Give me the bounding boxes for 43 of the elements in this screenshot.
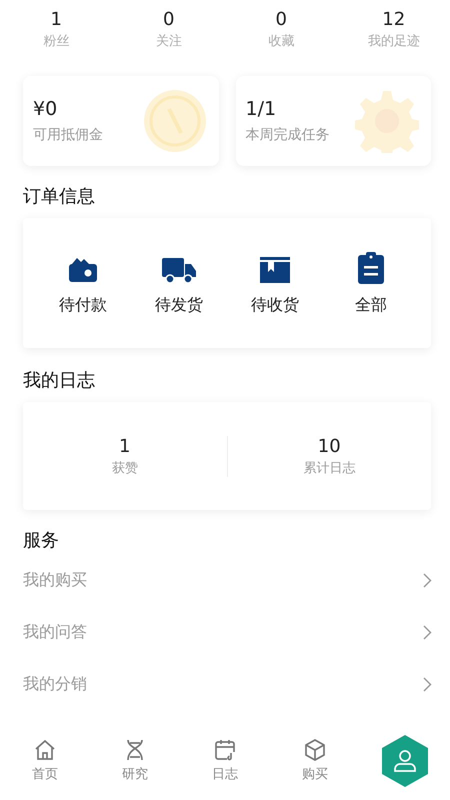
cube-icon bbox=[303, 738, 327, 762]
stat-value: 1 bbox=[50, 8, 62, 32]
nav-tab[interactable]: 日志 bbox=[180, 732, 270, 800]
nav-tab[interactable]: 首页 bbox=[0, 732, 90, 800]
clipboard-icon bbox=[357, 250, 385, 284]
order-item[interactable]: 待付款 bbox=[35, 218, 131, 348]
stat-value: 12 bbox=[382, 8, 406, 32]
summary-card[interactable]: 1/1 本周完成任务 bbox=[236, 76, 431, 166]
chevron-icon bbox=[423, 624, 432, 640]
diary-value: 10 bbox=[318, 436, 341, 456]
stat-label: 粉丝 bbox=[43, 33, 70, 51]
card-value: 1/1 bbox=[246, 98, 278, 120]
stat-label: 关注 bbox=[156, 33, 182, 51]
diary-label: 累计日志 bbox=[303, 460, 356, 476]
order-item[interactable]: 待发货 bbox=[131, 218, 227, 348]
service-row[interactable]: 我的问答 bbox=[23, 606, 432, 658]
section-title: 我的日志 bbox=[23, 370, 95, 391]
service-row[interactable]: 我的购买 bbox=[23, 554, 432, 606]
chevron-icon bbox=[423, 676, 432, 692]
user-icon bbox=[393, 749, 417, 773]
calendar-icon bbox=[213, 738, 237, 762]
section-title: 订单信息 bbox=[23, 186, 95, 207]
order-item[interactable]: 全部 bbox=[323, 218, 419, 348]
box-icon bbox=[259, 254, 291, 284]
coin-icon bbox=[142, 89, 206, 153]
nav-tab[interactable]: 研究 bbox=[90, 732, 180, 800]
summary-card[interactable]: ¥0 可用抵佣金 bbox=[23, 76, 218, 166]
service-row[interactable]: 我的分销 bbox=[23, 658, 432, 710]
gear-icon bbox=[355, 89, 419, 153]
card-label: 可用抵佣金 bbox=[33, 126, 103, 144]
diary-value: 1 bbox=[119, 436, 130, 456]
stat-label: 收藏 bbox=[268, 33, 294, 51]
stat-value: 0 bbox=[276, 8, 287, 32]
order-item[interactable]: 待收货 bbox=[227, 218, 323, 348]
nav-tab[interactable]: 购买 bbox=[270, 732, 360, 800]
card-label: 本周完成任务 bbox=[246, 126, 330, 144]
stat-label: 我的足迹 bbox=[368, 33, 420, 51]
home-icon bbox=[33, 738, 57, 762]
stat-value: 0 bbox=[163, 8, 174, 32]
diary-label: 获赞 bbox=[112, 460, 138, 476]
card-value: ¥0 bbox=[33, 98, 58, 120]
section-title: 服务 bbox=[23, 530, 59, 551]
chevron-icon bbox=[423, 572, 432, 588]
